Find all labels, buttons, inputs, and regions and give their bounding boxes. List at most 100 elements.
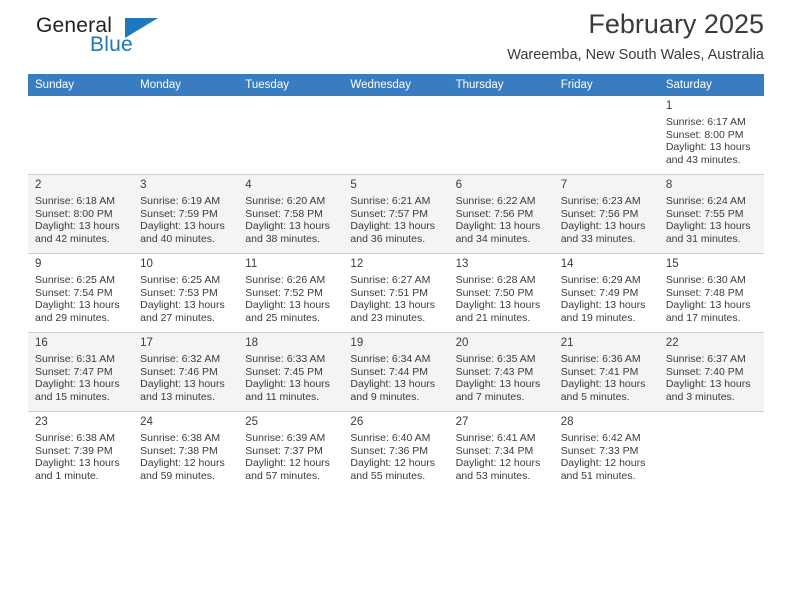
calendar-day-cell[interactable]: 3 Sunrise: 6:19 AM Sunset: 7:59 PM Daylight… [133, 174, 239, 254]
calendar-cell-inner: 11 Sunrise: 6:26 AM Sunset: 7:52 PM Dayligh… [238, 254, 343, 332]
calendar-day-cell[interactable]: 26 Sunrise: 6:40 AM Sunset: 7:36 PM Dayligh… [343, 411, 449, 490]
sunset-text: Sunset: 7:39 PM [35, 444, 113, 457]
calendar-day-cell[interactable]: 15 Sunrise: 6:30 AM Sunset: 7:48 PM Dayligh… [658, 253, 764, 333]
calendar-day-cell[interactable]: 14 Sunrise: 6:29 AM Sunset: 7:49 PM Dayligh… [553, 253, 659, 333]
sunrise-text: Sunrise: 6:25 AM [140, 274, 221, 286]
day-number: 18 [245, 337, 259, 349]
calendar-cell-inner: 12 Sunrise: 6:27 AM Sunset: 7:51 PM Dayligh… [343, 254, 448, 332]
daylight-text: Daylight: 13 hours and 3 minutes. [665, 378, 751, 403]
calendar-cell-empty [28, 96, 134, 175]
day-sun-info: Sunrise: 6:38 AM Sunset: 7:39 PM Daylight:… [35, 430, 127, 482]
day-sun-info: Sunrise: 6:40 AM Sunset: 7:36 PM Daylight:… [350, 430, 442, 482]
sunset-text: Sunset: 7:41 PM [560, 365, 639, 378]
calendar-day-cell[interactable]: 22 Sunrise: 6:37 AM Sunset: 7:40 PM Dayligh… [658, 332, 764, 412]
daylight-text: Daylight: 13 hours and 23 minutes. [350, 299, 436, 324]
calendar-day-cell[interactable]: 9 Sunrise: 6:25 AM Sunset: 7:54 PM Daylight… [28, 253, 134, 333]
sunrise-text: Sunrise: 6:22 AM [455, 195, 536, 207]
calendar-cell-inner [28, 96, 133, 174]
day-number: 3 [140, 179, 147, 191]
daylight-text: Daylight: 13 hours and 34 minutes. [455, 220, 541, 245]
calendar-day-cell[interactable]: 17 Sunrise: 6:32 AM Sunset: 7:46 PM Dayligh… [133, 332, 239, 412]
daylight-text: Daylight: 12 hours and 59 minutes. [140, 457, 225, 482]
calendar-day-cell[interactable]: 1 Sunrise: 6:17 AM Sunset: 8:00 PM Daylight… [658, 96, 764, 175]
brand-logo[interactable]: General Blue [28, 14, 228, 64]
sunrise-text: Sunrise: 6:28 AM [455, 274, 536, 286]
calendar-day-cell[interactable]: 2 Sunrise: 6:18 AM Sunset: 8:00 PM Daylight… [28, 174, 134, 254]
sunset-text: Sunset: 7:34 PM [455, 444, 534, 457]
calendar-cell-empty [448, 96, 554, 175]
calendar-day-cell[interactable]: 12 Sunrise: 6:27 AM Sunset: 7:51 PM Dayligh… [343, 253, 449, 333]
sunrise-text: Sunrise: 6:38 AM [35, 432, 115, 444]
sunset-text: Sunset: 7:49 PM [560, 286, 639, 299]
calendar-day-cell[interactable]: 23 Sunrise: 6:38 AM Sunset: 7:39 PM Dayligh… [28, 411, 134, 490]
calendar-cell-inner: 14 Sunrise: 6:29 AM Sunset: 7:49 PM Dayligh… [554, 254, 659, 332]
sunset-text: Sunset: 8:00 PM [665, 128, 744, 141]
sunrise-text: Sunrise: 6:35 AM [455, 353, 536, 365]
calendar-day-cell[interactable]: 10 Sunrise: 6:25 AM Sunset: 7:53 PM Dayligh… [133, 253, 239, 333]
calendar-cell-inner: 8 Sunrise: 6:24 AM Sunset: 7:55 PM Daylight… [659, 175, 764, 253]
day-sun-info: Sunrise: 6:23 AM Sunset: 7:56 PM Daylight:… [561, 193, 653, 245]
weekday-header-monday: Monday [133, 74, 239, 96]
calendar-cell-inner: 17 Sunrise: 6:32 AM Sunset: 7:46 PM Dayligh… [133, 333, 238, 411]
calendar-cell-inner: 23 Sunrise: 6:38 AM Sunset: 7:39 PM Dayligh… [28, 412, 133, 490]
day-number: 7 [560, 179, 568, 191]
calendar-day-cell[interactable]: 6 Sunrise: 6:22 AM Sunset: 7:56 PM Daylight… [448, 174, 554, 254]
calendar-cell-inner [554, 96, 659, 174]
calendar-cell-inner: 22 Sunrise: 6:37 AM Sunset: 7:40 PM Dayligh… [659, 333, 764, 411]
calendar-day-cell[interactable]: 18 Sunrise: 6:33 AM Sunset: 7:45 PM Dayligh… [238, 332, 344, 412]
calendar-day-cell[interactable]: 7 Sunrise: 6:23 AM Sunset: 7:56 PM Daylight… [553, 174, 659, 254]
sunset-text: Sunset: 7:33 PM [560, 444, 639, 457]
calendar-cell-inner: 15 Sunrise: 6:30 AM Sunset: 7:48 PM Dayligh… [659, 254, 764, 332]
calendar-week-row: 2 Sunrise: 6:18 AM Sunset: 8:00 PM Daylight… [28, 174, 764, 254]
calendar-day-cell[interactable]: 24 Sunrise: 6:38 AM Sunset: 7:38 PM Dayligh… [133, 411, 239, 490]
calendar-day-cell[interactable]: 4 Sunrise: 6:20 AM Sunset: 7:58 PM Daylight… [238, 174, 344, 254]
daylight-text: Daylight: 13 hours and 17 minutes. [665, 299, 751, 324]
day-number: 12 [350, 258, 364, 270]
day-number: 11 [245, 258, 258, 270]
day-number: 20 [455, 337, 469, 349]
calendar-day-cell[interactable]: 20 Sunrise: 6:35 AM Sunset: 7:43 PM Dayligh… [448, 332, 554, 412]
sunset-text: Sunset: 7:36 PM [350, 444, 429, 457]
title-block: February 2025 Wareemba, New South Wales,… [507, 8, 764, 65]
calendar-header-row: Sunday Monday Tuesday Wednesday Thursday… [28, 74, 764, 96]
daylight-text: Daylight: 13 hours and 42 minutes. [35, 220, 120, 245]
daylight-text: Daylight: 13 hours and 15 minutes. [35, 378, 120, 403]
sunset-text: Sunset: 8:00 PM [35, 207, 113, 220]
sunrise-text: Sunrise: 6:34 AM [350, 353, 431, 365]
calendar-day-cell[interactable]: 13 Sunrise: 6:28 AM Sunset: 7:50 PM Dayligh… [448, 253, 554, 333]
calendar-day-cell[interactable]: 28 Sunrise: 6:42 AM Sunset: 7:33 PM Dayligh… [553, 411, 659, 490]
calendar-day-cell[interactable]: 8 Sunrise: 6:24 AM Sunset: 7:55 PM Daylight… [658, 174, 764, 254]
calendar-cell-inner: 28 Sunrise: 6:42 AM Sunset: 7:33 PM Dayligh… [554, 412, 659, 490]
day-number: 9 [35, 258, 42, 270]
calendar-day-cell[interactable]: 25 Sunrise: 6:39 AM Sunset: 7:37 PM Dayligh… [238, 411, 344, 490]
daylight-text: Daylight: 13 hours and 5 minutes. [560, 378, 646, 403]
day-number: 24 [140, 416, 153, 428]
day-number: 19 [350, 337, 364, 349]
day-number: 1 [665, 100, 673, 112]
calendar-cell-inner [238, 96, 343, 174]
calendar-day-cell[interactable]: 27 Sunrise: 6:41 AM Sunset: 7:34 PM Dayligh… [448, 411, 554, 490]
calendar-day-cell[interactable]: 5 Sunrise: 6:21 AM Sunset: 7:57 PM Daylight… [343, 174, 449, 254]
daylight-text: Daylight: 13 hours and 1 minute. [35, 457, 120, 482]
calendar-cell-empty [553, 96, 659, 175]
sunset-text: Sunset: 7:51 PM [350, 286, 429, 299]
calendar-day-cell[interactable]: 11 Sunrise: 6:26 AM Sunset: 7:52 PM Dayligh… [238, 253, 344, 333]
calendar-day-cell[interactable]: 21 Sunrise: 6:36 AM Sunset: 7:41 PM Dayligh… [553, 332, 659, 412]
sunrise-text: Sunrise: 6:29 AM [560, 274, 641, 286]
day-number: 16 [35, 337, 48, 349]
day-sun-info: Sunrise: 6:21 AM Sunset: 7:57 PM Daylight:… [350, 193, 442, 245]
sunrise-text: Sunrise: 6:36 AM [560, 353, 641, 365]
day-sun-info: Sunrise: 6:34 AM Sunset: 7:44 PM Daylight:… [350, 351, 442, 403]
calendar-day-cell[interactable]: 16 Sunrise: 6:31 AM Sunset: 7:47 PM Dayligh… [28, 332, 134, 412]
day-sun-info: Sunrise: 6:28 AM Sunset: 7:50 PM Daylight:… [456, 272, 548, 324]
day-sun-info: Sunrise: 6:29 AM Sunset: 7:49 PM Daylight:… [561, 272, 653, 324]
day-sun-info: Sunrise: 6:38 AM Sunset: 7:38 PM Daylight:… [140, 430, 232, 482]
calendar-cell-empty [343, 96, 449, 175]
calendar-cell-inner: 9 Sunrise: 6:25 AM Sunset: 7:54 PM Daylight… [28, 254, 133, 332]
day-number: 8 [665, 179, 673, 191]
daylight-text: Daylight: 13 hours and 27 minutes. [140, 299, 225, 324]
day-sun-info: Sunrise: 6:17 AM Sunset: 8:00 PM Daylight:… [666, 114, 758, 166]
calendar-cell-inner: 10 Sunrise: 6:25 AM Sunset: 7:53 PM Dayligh… [133, 254, 238, 332]
daylight-text: Daylight: 13 hours and 40 minutes. [140, 220, 225, 245]
calendar-day-cell[interactable]: 19 Sunrise: 6:34 AM Sunset: 7:44 PM Dayligh… [343, 332, 449, 412]
